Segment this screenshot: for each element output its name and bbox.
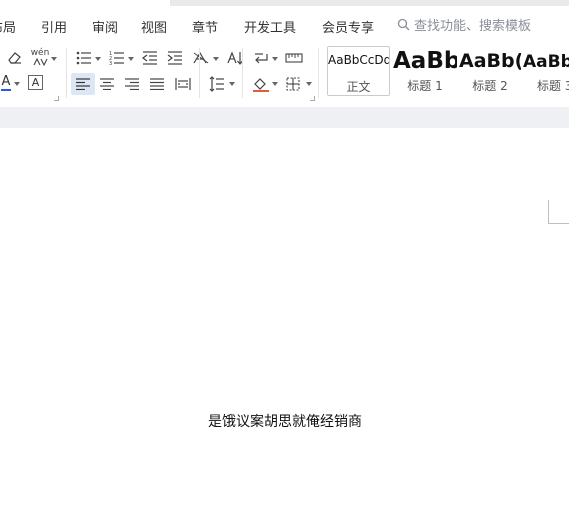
- align-right-icon[interactable]: [123, 76, 141, 92]
- search-icon: [397, 18, 410, 31]
- margin-corner-mark: [548, 200, 569, 224]
- justify-icon[interactable]: [148, 76, 166, 92]
- show-hide-marks-caret[interactable]: [272, 57, 278, 61]
- separator: [318, 48, 319, 98]
- shading-caret[interactable]: [272, 82, 278, 86]
- style-preview: AaBb: [523, 52, 569, 72]
- char-border-label: A: [31, 76, 40, 89]
- show-hide-marks-icon[interactable]: [252, 50, 270, 66]
- title-strip: [170, 0, 569, 6]
- align-center-icon[interactable]: [98, 76, 116, 92]
- style-preview: AaBbCcDd: [328, 53, 389, 67]
- chinese-layout-icon[interactable]: [191, 50, 211, 66]
- font-color-caret[interactable]: [14, 82, 20, 86]
- style-heading-2[interactable]: AaBb( 标题 2: [459, 46, 521, 96]
- menu-review[interactable]: 审阅: [92, 17, 118, 36]
- character-border-icon[interactable]: A: [28, 75, 43, 90]
- menu-developer-tools[interactable]: 开发工具: [244, 17, 296, 36]
- separator: [199, 48, 200, 98]
- numbered-list-caret[interactable]: [128, 57, 134, 61]
- eraser-icon[interactable]: [5, 50, 23, 66]
- font-color-swatch: [1, 89, 11, 91]
- bullet-list-icon[interactable]: [75, 50, 93, 66]
- menu-bar: 布局 引用 审阅 视图 章节 开发工具 会员专享 查找功能、搜索模板: [0, 0, 569, 45]
- style-caption: 标题 3: [537, 79, 569, 93]
- numbered-list-icon[interactable]: 123: [108, 50, 126, 66]
- menu-member-exclusive[interactable]: 会员专享: [322, 17, 374, 36]
- phonetic-guide-icon[interactable]: wén: [30, 48, 50, 66]
- decrease-indent-icon[interactable]: [141, 50, 159, 66]
- style-caption: 标题 1: [407, 79, 443, 93]
- style-preview: AaBb(: [459, 50, 521, 72]
- borders-icon[interactable]: [284, 76, 302, 92]
- font-color-icon[interactable]: A: [0, 74, 12, 92]
- ribbon-divider: [0, 107, 569, 128]
- borders-caret[interactable]: [306, 82, 312, 86]
- font-color-label: A: [1, 74, 11, 89]
- search-placeholder: 查找功能、搜索模板: [414, 19, 532, 34]
- bullet-list-caret[interactable]: [95, 57, 101, 61]
- line-spacing-icon[interactable]: [208, 75, 226, 93]
- style-caption: 标题 2: [472, 79, 508, 93]
- menu-section[interactable]: 章节: [192, 17, 218, 36]
- style-caption: 正文: [346, 80, 371, 94]
- separator: [66, 48, 67, 98]
- style-heading-1[interactable]: AaBb 标题 1: [393, 46, 457, 96]
- chinese-layout-caret[interactable]: [213, 57, 219, 61]
- document-page[interactable]: [0, 128, 569, 517]
- menu-references[interactable]: 引用: [41, 17, 67, 36]
- group-launcher-font[interactable]: [54, 96, 59, 101]
- group-launcher-paragraph[interactable]: [310, 96, 315, 101]
- separator: [242, 48, 243, 98]
- distributed-icon[interactable]: [173, 76, 193, 92]
- increase-indent-icon[interactable]: [166, 50, 184, 66]
- style-heading-3[interactable]: AaBb 标题 3: [523, 46, 569, 96]
- style-normal[interactable]: AaBbCcDd 正文: [327, 46, 390, 96]
- menu-view[interactable]: 视图: [141, 17, 167, 36]
- svg-text:3: 3: [109, 61, 112, 65]
- ruler-icon[interactable]: [284, 51, 304, 65]
- phonetic-dropdown-caret[interactable]: [51, 57, 57, 61]
- menu-layout[interactable]: 布局: [0, 17, 16, 36]
- align-left-icon[interactable]: [71, 73, 95, 95]
- line-spacing-caret[interactable]: [229, 82, 235, 86]
- search-box[interactable]: 查找功能、搜索模板: [397, 15, 531, 34]
- style-preview: AaBb: [393, 48, 457, 74]
- phonetic-label: wén: [30, 47, 50, 58]
- document-body-text[interactable]: 是饿议案胡思就俺经销商: [208, 411, 362, 431]
- shading-icon[interactable]: [251, 75, 271, 93]
